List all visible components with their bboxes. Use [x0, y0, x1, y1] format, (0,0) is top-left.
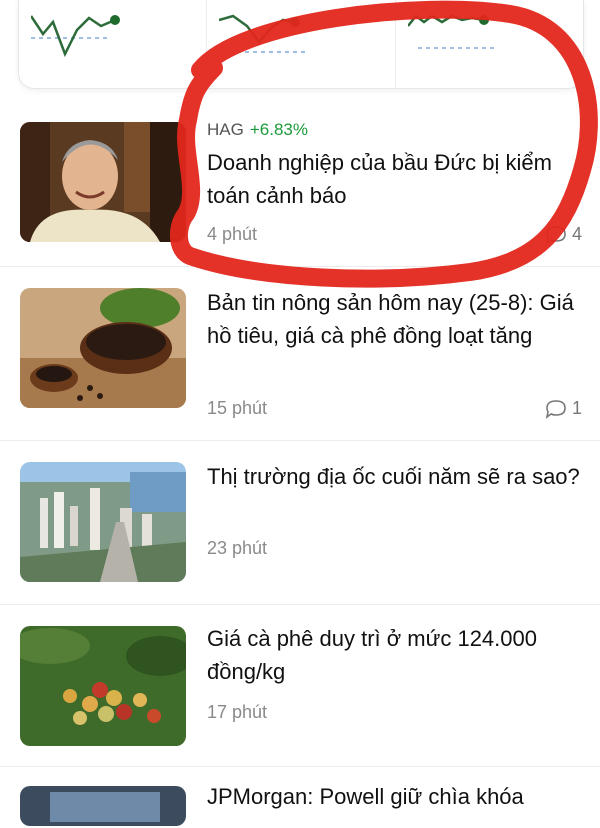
article-item[interactable]: JPMorgan: Powell giữ chìa khóa — [0, 768, 600, 828]
sparkline-chart-icon — [219, 14, 310, 53]
chart-photo — [20, 786, 186, 826]
comment-icon — [545, 225, 566, 245]
ticker-change: +6.83% — [249, 120, 308, 139]
ticker-symbol: HAG — [207, 120, 244, 139]
comment-count-value: 4 — [571, 224, 582, 244]
comment-count[interactable]: 4 — [544, 224, 582, 245]
news-feed: HAG +6.83% Doanh nghiệp của bầu Đức bị ki… — [0, 0, 600, 828]
article-title[interactable]: Thị trường địa ốc cuối năm sẽ ra sao? — [207, 460, 582, 493]
article-time: 23 phút — [207, 538, 268, 558]
article-thumbnail[interactable] — [20, 462, 186, 582]
sparkline-card-3[interactable] — [396, 0, 583, 88]
sparkline-card-2[interactable] — [207, 0, 396, 88]
portrait-photo — [20, 122, 186, 242]
article-item[interactable]: Giá cà phê duy trì ở mức 124.000 đồng/kg… — [0, 606, 600, 767]
article-thumbnail[interactable] — [20, 288, 186, 408]
sparkline-chart-icon — [407, 14, 498, 49]
market-sparkline-strip — [18, 0, 584, 89]
comment-icon — [545, 399, 566, 419]
article-item[interactable]: HAG +6.83% Doanh nghiệp của bầu Đức bị ki… — [0, 106, 600, 267]
article-title[interactable]: Bản tin nông sản hôm nay (25-8): Giá hồ … — [207, 286, 582, 352]
sparkline-card-1[interactable] — [19, 0, 208, 88]
article-thumbnail[interactable] — [20, 626, 186, 746]
article-thumbnail[interactable] — [20, 122, 186, 242]
article-title[interactable]: Giá cà phê duy trì ở mức 124.000 đồng/kg — [207, 622, 582, 688]
article-title[interactable]: JPMorgan: Powell giữ chìa khóa — [207, 780, 582, 813]
article-time: 15 phút — [207, 398, 268, 418]
coffee-photo — [20, 626, 186, 746]
stock-ticker[interactable]: HAG +6.83% — [207, 120, 582, 140]
article-time: 17 phút — [207, 702, 268, 722]
article-title[interactable]: Doanh nghiệp của bầu Đức bị kiểm toán cả… — [207, 146, 582, 212]
article-item[interactable]: Thị trường địa ốc cuối năm sẽ ra sao? 23… — [0, 442, 600, 605]
article-item[interactable]: Bản tin nông sản hôm nay (25-8): Giá hồ … — [0, 272, 600, 441]
city-photo — [20, 462, 186, 582]
article-thumbnail[interactable] — [20, 786, 186, 826]
comment-count-value: 1 — [571, 398, 582, 418]
sparkline-chart-icon — [31, 15, 120, 58]
pepper-photo — [20, 288, 186, 408]
article-time: 4 phút — [207, 224, 258, 244]
comment-count[interactable]: 1 — [544, 398, 582, 419]
